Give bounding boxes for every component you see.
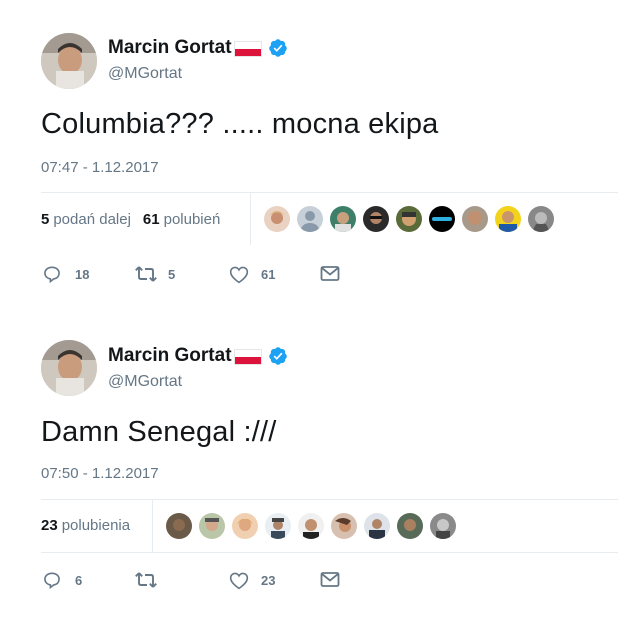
liker-avatar[interactable]: [232, 513, 258, 539]
liker-avatar[interactable]: [199, 513, 225, 539]
liker-avatar[interactable]: [166, 513, 192, 539]
like-icon: [229, 572, 249, 589]
likes-count: 23: [41, 517, 58, 534]
tweet-2: Marcin Gortat @MGortat Damn Senegal :///…: [0, 0, 620, 620]
display-name[interactable]: Marcin Gortat: [108, 345, 232, 367]
retweet-icon: [135, 572, 157, 588]
like-count: 23: [261, 572, 276, 588]
engagement-stats: 23 polubienia: [41, 517, 130, 534]
divider: [41, 499, 618, 500]
direct-message-icon: [320, 572, 340, 587]
liker-avatar[interactable]: [331, 513, 357, 539]
verified-badge-icon: [268, 347, 287, 365]
direct-message-button[interactable]: [320, 571, 340, 589]
liker-avatar[interactable]: [265, 513, 291, 539]
tweet-text: Damn Senegal :///: [41, 416, 277, 448]
reply-icon: [44, 572, 60, 590]
liker-avatar[interactable]: [430, 513, 456, 539]
tweet-actions: 6 23: [41, 570, 340, 590]
retweet-button[interactable]: [134, 570, 168, 590]
reply-button[interactable]: 6: [41, 570, 82, 590]
user-handle[interactable]: @MGortat: [108, 373, 182, 391]
likes-stat[interactable]: 23 polubienia: [41, 517, 130, 534]
divider: [41, 552, 618, 553]
poland-flag-icon: [233, 349, 262, 365]
liker-avatar[interactable]: [397, 513, 423, 539]
likes-label: polubienia: [61, 517, 131, 534]
liker-avatars: [166, 513, 463, 539]
liker-avatar[interactable]: [364, 513, 390, 539]
like-button[interactable]: 23: [229, 571, 275, 590]
reply-count: 6: [75, 572, 83, 588]
tweet-timestamp[interactable]: 07:50 - 1.12.2017: [41, 465, 159, 482]
profile-avatar[interactable]: [41, 340, 97, 396]
liker-avatar[interactable]: [298, 513, 324, 539]
stats-separator: [152, 500, 153, 552]
